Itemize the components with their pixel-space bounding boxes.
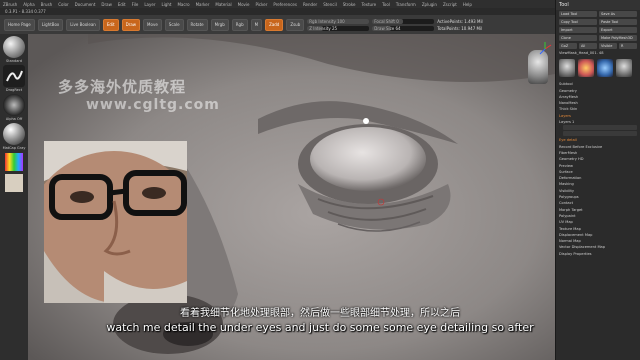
menu-item[interactable]: Zplugin — [422, 2, 437, 7]
tool-sections: Subtool Geometry ArrayMesh NanoMesh Thic… — [556, 80, 640, 258]
menu-item[interactable]: Draw — [101, 2, 111, 7]
mrgb-button[interactable]: Mrgb — [210, 18, 229, 31]
secondary-color-swatch[interactable] — [5, 174, 23, 192]
menu-item[interactable]: Stroke — [343, 2, 356, 7]
menu-item[interactable]: Transform — [396, 2, 416, 7]
menu-item[interactable]: Alpha — [23, 2, 34, 7]
tool-row-3: Import Export — [556, 26, 640, 34]
tool-palette-title: Tool — [556, 0, 640, 10]
tool-row-1: Load Tool Save As — [556, 10, 640, 18]
brush-label: Standard — [6, 59, 22, 63]
zbrush-window: ZBrush Alpha Brush Color Document Draw Edit Fil… — [0, 0, 640, 360]
import-button[interactable]: Import — [559, 27, 597, 33]
move-button[interactable]: Move — [143, 18, 162, 31]
copy-tool-button[interactable]: Copy Tool — [559, 19, 597, 25]
tool-thumb-4[interactable] — [616, 59, 632, 78]
tool-thumbnails — [556, 56, 640, 80]
alpha-icon[interactable] — [3, 94, 25, 116]
menu-item[interactable]: Zscript — [443, 2, 457, 7]
r-button[interactable]: R — [619, 43, 637, 49]
m-button[interactable]: M — [250, 18, 263, 31]
material-label: MatCap Gray — [2, 146, 26, 150]
tool-row-5: GoZ All Visible R — [556, 42, 640, 50]
live-boolean-button[interactable]: Live Boolean — [66, 18, 100, 31]
menu-item[interactable]: Brush — [41, 2, 53, 7]
top-toolbar: Home Page LightBox Live Boolean Edit Dra… — [0, 15, 555, 34]
watermark-url: www.cgltg.com — [86, 97, 220, 113]
axis-gizmo-icon[interactable] — [538, 42, 552, 56]
slider-group-2: Focal Shift 0 Draw Size 64 — [372, 18, 435, 31]
rgb-intensity-slider[interactable]: Rgb Intensity 100 — [307, 18, 370, 24]
stroke-label: DragRect — [5, 88, 23, 92]
paste-tool-button[interactable]: Paste Tool — [599, 19, 637, 25]
zsub-button[interactable]: Zsub — [286, 18, 305, 31]
slider-group-1: Rgb Intensity 100 Z Intensity 25 — [307, 18, 370, 31]
color-picker-icon[interactable] — [5, 153, 23, 171]
menu-item[interactable]: Layer — [144, 2, 155, 7]
visible-button[interactable]: Visible — [599, 43, 617, 49]
layer-slot[interactable] — [563, 131, 637, 137]
make-polymesh-button[interactable]: Make PolyMesh3D — [599, 35, 637, 41]
status-line: 0.3.P1 - 8.334 0.377 — [0, 8, 640, 15]
watermark-title: 多多海外优质教程 — [58, 78, 187, 96]
menu-item[interactable]: Color — [58, 2, 68, 7]
draw-button[interactable]: Draw — [121, 18, 141, 31]
brush-sphere-icon[interactable] — [3, 36, 25, 58]
menu-item[interactable]: Tool — [382, 2, 390, 7]
subtitle-english: watch me detail the under eyes and just … — [106, 321, 534, 334]
menu-item[interactable]: Picker — [255, 2, 267, 7]
total-points: TotalPoints: 10.947 Mil — [437, 25, 483, 31]
all-button[interactable]: All — [579, 43, 597, 49]
points-info: ActivePoints: 1.493 Mil TotalPoints: 10.… — [437, 19, 482, 31]
menu-item[interactable]: Preferences — [273, 2, 297, 7]
alpha-label: Alpha Off — [5, 117, 23, 121]
load-tool-button[interactable]: Load Tool — [559, 11, 597, 17]
menu-item[interactable]: Movie — [238, 2, 250, 7]
layer-slot[interactable] — [563, 125, 637, 131]
goz-button[interactable]: GoZ — [559, 43, 577, 49]
menu-item[interactable]: Help — [463, 2, 472, 7]
subtitle-chinese: 看着我细节化地处理眼部，然后做一些眼部细节处理，所以之后 — [180, 308, 460, 319]
section-display-properties[interactable]: Display Properties — [559, 251, 637, 257]
focal-shift-slider[interactable]: Focal Shift 0 — [372, 18, 435, 24]
edit-button[interactable]: Edit — [102, 18, 119, 31]
home-page-button[interactable]: Home Page — [4, 18, 35, 31]
menu-item[interactable]: Macro — [177, 2, 189, 7]
zadd-button[interactable]: Zadd — [265, 18, 284, 31]
menu-item[interactable]: ZBrush — [3, 2, 17, 7]
tool-thumb-1[interactable] — [559, 59, 575, 78]
clone-button[interactable]: Clone — [559, 35, 597, 41]
menu-bar: ZBrush Alpha Brush Color Document Draw Edit Fil… — [0, 0, 640, 8]
draw-size-slider[interactable]: Draw Size 64 — [372, 25, 435, 31]
menu-item[interactable]: Texture — [361, 2, 376, 7]
menu-item[interactable]: Render — [303, 2, 317, 7]
tool-row-2: Copy Tool Paste Tool — [556, 18, 640, 26]
menu-item[interactable]: File — [132, 2, 139, 7]
menu-item[interactable]: Document — [75, 2, 96, 7]
tool-thumb-2[interactable] — [578, 59, 594, 78]
menu-item[interactable]: Stencil — [323, 2, 337, 7]
lightbox-button[interactable]: LightBox — [37, 18, 64, 31]
webcam-face — [44, 141, 187, 303]
tool-row-4: Clone Make PolyMesh3D — [556, 34, 640, 42]
menu-item[interactable]: Edit — [118, 2, 126, 7]
rotate-button[interactable]: Rotate — [186, 18, 208, 31]
stroke-icon[interactable] — [3, 65, 25, 87]
material-sphere-icon[interactable] — [3, 123, 25, 145]
menu-item[interactable]: Material — [215, 2, 231, 7]
export-button[interactable]: Export — [599, 27, 637, 33]
z-intensity-slider[interactable]: Z Intensity 25 — [307, 25, 370, 31]
active-points: ActivePoints: 1.493 Mil — [437, 18, 483, 24]
stroke-glyph — [6, 70, 23, 82]
save-as-button[interactable]: Save As — [599, 11, 637, 17]
menu-item[interactable]: Marker — [196, 2, 210, 7]
menu-item[interactable]: Light — [161, 2, 171, 7]
scale-button[interactable]: Scale — [164, 18, 184, 31]
tool-thumb-3[interactable] — [597, 59, 613, 78]
rgb-button[interactable]: Rgb — [231, 18, 248, 31]
instructor-webcam — [44, 141, 187, 303]
